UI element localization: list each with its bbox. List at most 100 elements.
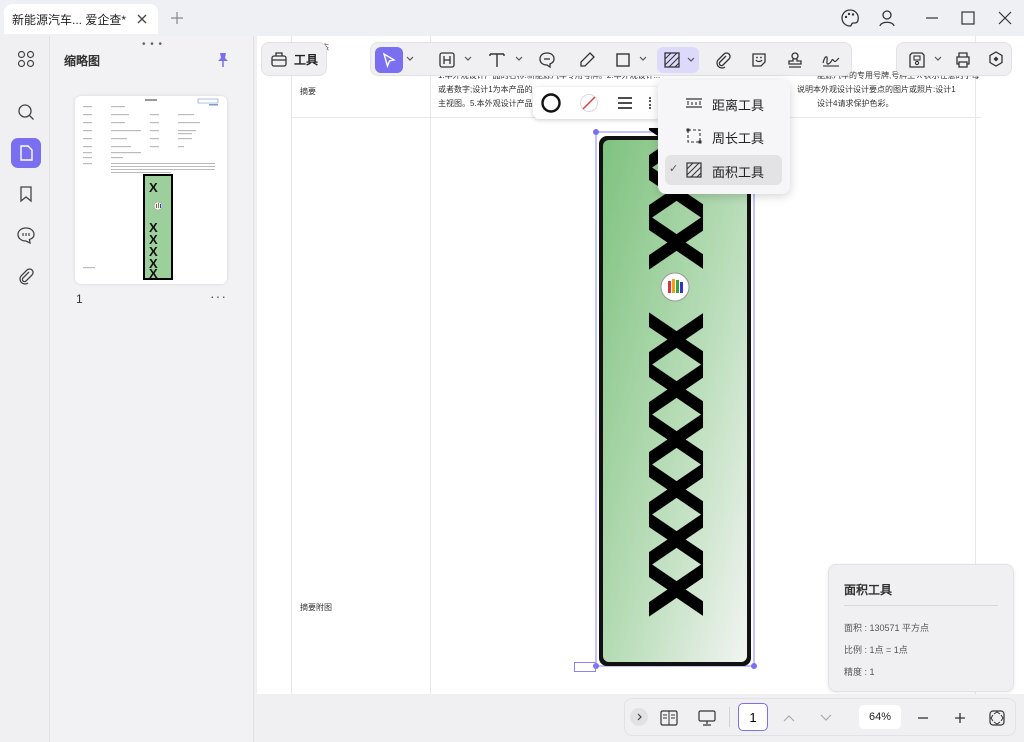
scale-value: 比例 : 1点 = 1点 [844, 645, 908, 655]
ai-assistant-button[interactable] [982, 47, 1010, 73]
plate-character: X [631, 561, 717, 618]
collapse-toggle-icon[interactable] [630, 708, 648, 726]
page-thumbnail[interactable]: X X X X X X [75, 96, 227, 284]
title-bar: 新能源汽车... 爱企查* [0, 0, 1024, 36]
page-layout-icon[interactable] [659, 708, 679, 728]
toolbox-icon [270, 50, 288, 68]
print-button[interactable] [949, 47, 977, 73]
plate-character: X [631, 461, 717, 518]
pencil-tool-button[interactable] [573, 47, 601, 73]
previous-page-icon[interactable] [779, 708, 799, 728]
table-divider [430, 36, 431, 694]
menu-item-perimeter-tool[interactable]: 周长工具 [665, 121, 782, 151]
pages-icon[interactable] [11, 138, 41, 168]
zoom-in-icon[interactable] [950, 708, 970, 728]
table-divider [291, 36, 292, 694]
fit-page-icon[interactable] [987, 708, 1007, 728]
page-number-input[interactable] [738, 703, 768, 731]
save-button[interactable] [903, 47, 931, 73]
chevron-down-icon[interactable] [639, 56, 647, 62]
attachment-icon[interactable] [11, 261, 41, 291]
file-toolbar [896, 42, 1012, 76]
license-plate-image[interactable]: XXXXXXXXX [592, 128, 758, 670]
area-value: 面积 : 130571 平方点 [844, 623, 930, 633]
chevron-down-icon[interactable] [406, 56, 414, 62]
measure-tools-menu: 距离工具 周长工具 ✓ 面积工具 [658, 80, 790, 194]
abstract-text-line-3: 主视图。5.本外观设计产品... [438, 99, 540, 108]
chevron-down-icon[interactable] [934, 56, 942, 62]
line-style-button[interactable] [616, 94, 634, 112]
select-tool-button[interactable] [375, 47, 403, 73]
perimeter-tool-icon [685, 127, 703, 145]
divider [844, 605, 998, 606]
abstract-label: 摘要 [300, 87, 316, 96]
search-icon[interactable] [11, 97, 41, 127]
text-tool-button[interactable] [482, 47, 512, 73]
bookmark-icon[interactable] [11, 179, 41, 209]
account-icon[interactable] [877, 8, 897, 28]
divider [729, 707, 730, 727]
page-navigation-bar: 64% [624, 698, 1016, 736]
attach-tool-button[interactable] [709, 47, 737, 73]
area-tool-icon [685, 161, 703, 179]
measure-tool-button[interactable] [657, 47, 699, 73]
plate-logo-icon [660, 272, 690, 302]
chevron-down-icon[interactable] [515, 56, 523, 62]
shape-tool-button[interactable] [609, 47, 637, 73]
panel-resize-grip[interactable]: • • • [142, 39, 163, 50]
opacity-icon[interactable] [649, 97, 655, 109]
pin-icon[interactable] [216, 52, 230, 68]
apps-icon[interactable] [11, 44, 41, 74]
zoom-level[interactable]: 64% [859, 705, 901, 729]
thumbnail-page-number: 1 [76, 292, 83, 306]
stroke-color-button[interactable] [540, 92, 562, 114]
svg-text:X: X [149, 266, 158, 281]
plate-character: X [631, 361, 717, 418]
minimize-icon[interactable] [922, 8, 942, 28]
distance-tool-icon [685, 94, 703, 112]
tools-button[interactable]: 工具 [261, 42, 327, 76]
svg-text:X: X [149, 180, 158, 195]
precision-value: 精度 : 1 [844, 667, 875, 677]
menu-item-label: 距离工具 [712, 98, 765, 113]
next-page-icon[interactable] [816, 708, 836, 728]
new-tab-icon[interactable] [168, 9, 186, 27]
plate-character: X [631, 214, 717, 271]
menu-item-area-tool[interactable]: ✓ 面积工具 [665, 155, 782, 185]
menu-item-distance-tool[interactable]: 距离工具 [665, 88, 782, 118]
abstract-text-line-2: 或者数字;设计1为本产品的... [438, 85, 540, 94]
thumbnail-panel: • • • 缩略图 X X X X X X 1 ··· [50, 36, 254, 742]
plate-character: X [631, 311, 717, 368]
presentation-icon[interactable] [697, 708, 717, 728]
highlight-tool-button[interactable] [433, 47, 461, 73]
theme-palette-icon[interactable] [840, 8, 860, 28]
menu-item-label: 周长工具 [712, 131, 765, 146]
abstract-text-right-2: 说明本外观设计设计要点的图片或照片:设计1 [797, 85, 956, 94]
area-tool-panel: 面积工具 面积 : 130571 平方点 比例 : 1点 = 1点 精度 : 1 [828, 564, 1014, 692]
close-window-icon[interactable] [995, 8, 1015, 28]
document-tab[interactable]: 新能源汽车... 爱企查* [4, 4, 158, 34]
chevron-down-icon [687, 57, 695, 62]
fill-none-button[interactable] [578, 92, 600, 114]
thumbnail-more-button[interactable]: ··· [210, 288, 227, 304]
check-icon: ✓ [669, 163, 679, 175]
tab-title: 新能源汽车... 爱企查* [12, 12, 127, 27]
abstract-text-right-3: 设计4请求保护色彩。 [817, 99, 894, 108]
plate-character: X [631, 411, 717, 468]
menu-item-label: 面积工具 [712, 165, 765, 180]
comments-icon[interactable] [11, 220, 41, 250]
close-tab-icon[interactable] [134, 11, 150, 27]
chevron-down-icon[interactable] [464, 56, 472, 62]
comment-tool-button[interactable] [533, 47, 561, 73]
measurement-handle[interactable] [574, 662, 596, 672]
area-panel-title: 面积工具 [844, 583, 893, 597]
tools-label: 工具 [294, 52, 319, 67]
plate-character: X [631, 511, 717, 568]
annotation-properties-bar [533, 87, 661, 119]
signature-tool-button[interactable] [817, 47, 845, 73]
stamp-tool-button[interactable] [781, 47, 809, 73]
left-rail [0, 36, 50, 742]
zoom-out-icon[interactable] [913, 708, 933, 728]
maximize-icon[interactable] [958, 8, 978, 28]
sticker-tool-button[interactable] [745, 47, 773, 73]
